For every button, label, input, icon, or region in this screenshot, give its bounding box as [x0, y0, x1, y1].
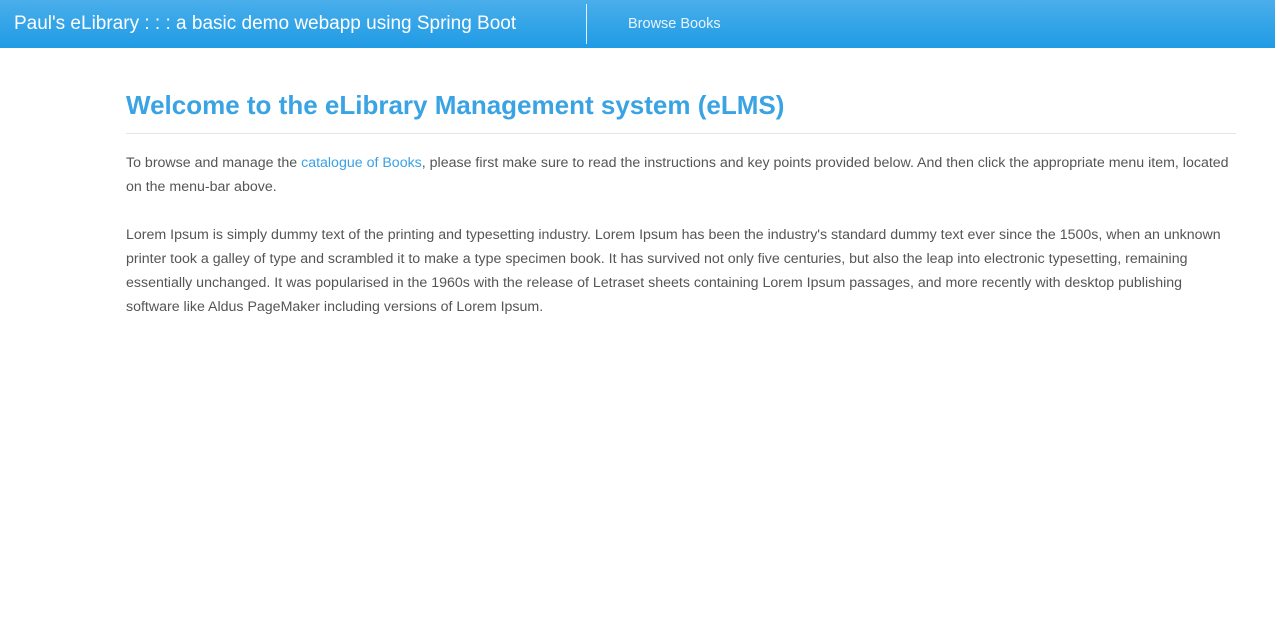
- lorem-paragraph: Lorem Ipsum is simply dummy text of the …: [126, 227, 1221, 315]
- nav-browse-books[interactable]: Browse Books: [628, 16, 721, 32]
- intro-paragraph: To browse and manage the catalogue of Bo…: [126, 151, 1236, 199]
- navbar-divider: [586, 4, 587, 44]
- main-content: Welcome to the eLibrary Management syste…: [126, 90, 1236, 319]
- brand-title[interactable]: Paul's eLibrary : : : a basic demo webap…: [0, 13, 586, 35]
- page-title: Welcome to the eLibrary Management syste…: [126, 90, 1236, 134]
- intro-text-before: To browse and manage the: [126, 155, 302, 171]
- navbar: Paul's eLibrary : : : a basic demo webap…: [0, 0, 1275, 48]
- catalogue-link[interactable]: catalogue of Books: [301, 155, 422, 171]
